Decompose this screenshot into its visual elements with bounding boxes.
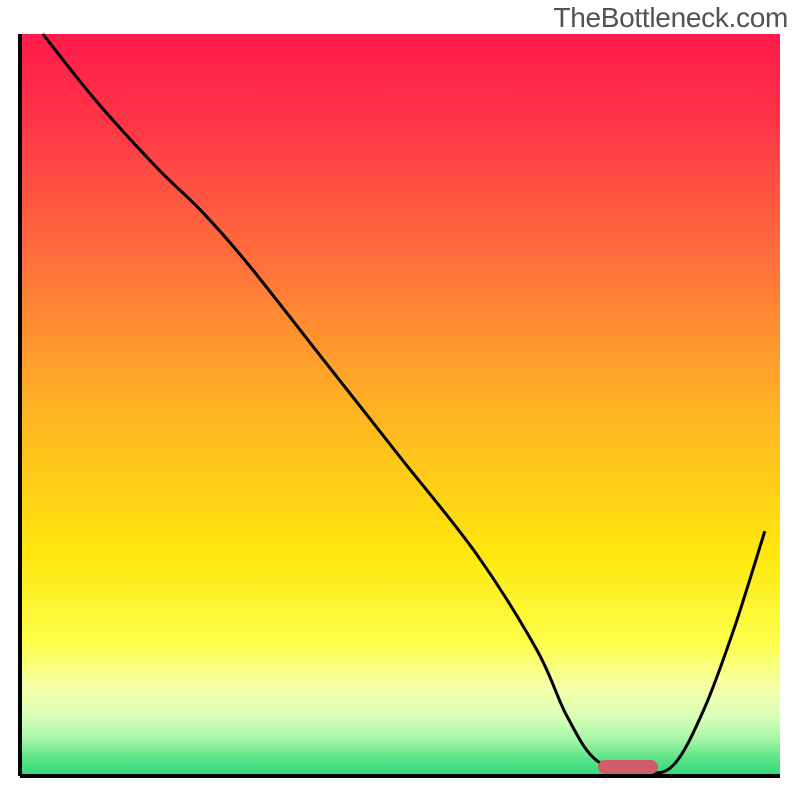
bottleneck-chart bbox=[0, 0, 800, 800]
watermark-text: TheBottleneck.com bbox=[553, 2, 788, 34]
optimum-marker bbox=[598, 760, 659, 774]
chart-container: TheBottleneck.com bbox=[0, 0, 800, 800]
